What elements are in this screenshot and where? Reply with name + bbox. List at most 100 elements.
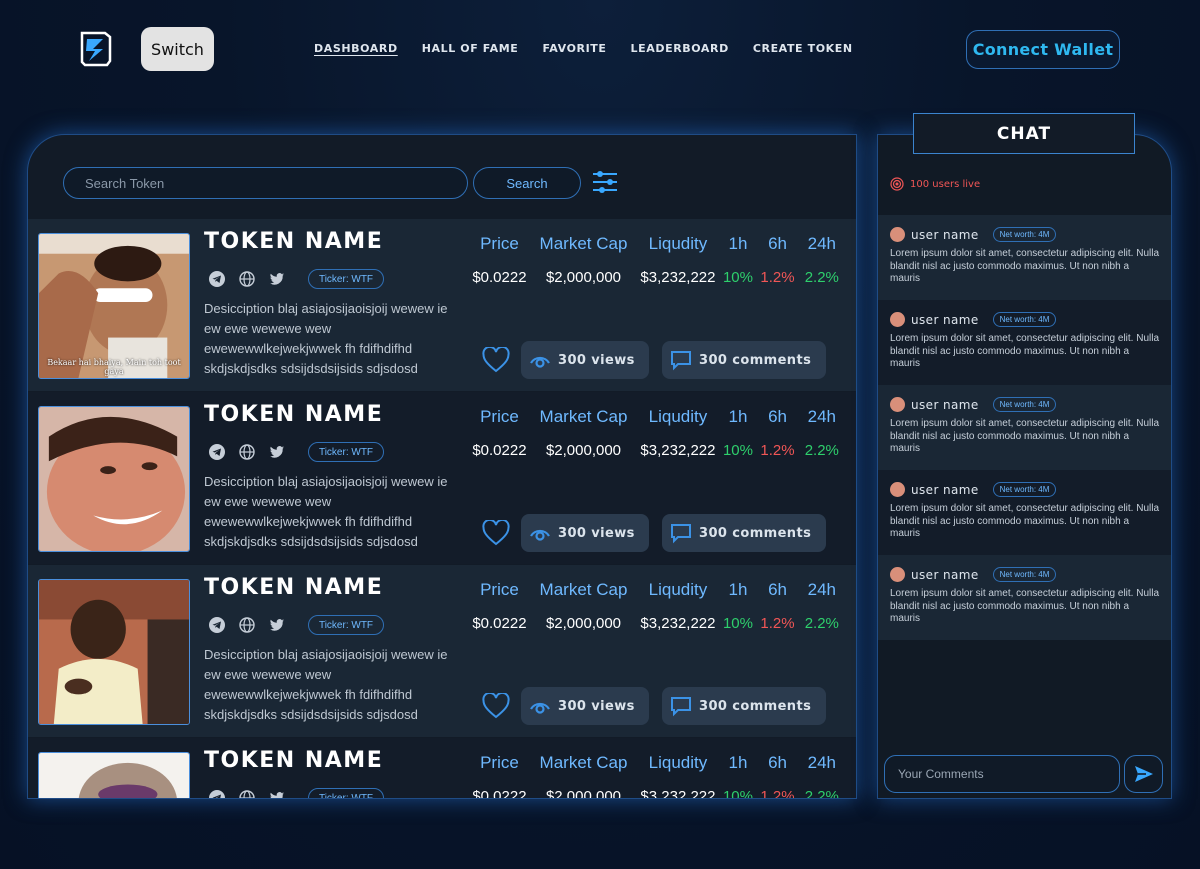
send-button[interactable] [1124, 755, 1163, 793]
stat-header-market-cap: Market Cap [539, 753, 628, 772]
twitter-icon[interactable] [269, 790, 285, 799]
chat-message-text: Lorem ipsum dolor sit amet, consectetur … [890, 248, 1160, 284]
chat-panel: 100 users live user name Net worth: 4M Lo… [877, 134, 1172, 799]
chat-username[interactable]: user name [911, 228, 979, 242]
chat-username[interactable]: user name [911, 398, 979, 412]
search-input[interactable]: Search Token [63, 167, 468, 199]
stat-header-6h: 6h [768, 753, 787, 772]
comment-icon [671, 351, 691, 371]
token-market-cap: $2,000,000 [545, 269, 622, 286]
twitter-icon[interactable] [269, 617, 285, 633]
token-row[interactable]: TOKEN NAME Ticker: WTF Desicciption blaj… [28, 392, 856, 564]
token-image: Bekaar hai bhaiya, Main toh toot gaya [38, 233, 190, 379]
token-change-24h: 2.2% [804, 615, 839, 632]
chat-username[interactable]: user name [911, 483, 979, 497]
token-change-24h: 2.2% [804, 788, 839, 799]
comments-button[interactable]: 300 comments [662, 687, 826, 725]
token-price: $0.0222 [472, 269, 527, 286]
avatar[interactable] [890, 397, 905, 412]
token-liquidity: $3,232,222 [640, 442, 716, 459]
token-image [38, 406, 190, 552]
globe-icon[interactable] [239, 444, 255, 460]
nav-hall-of-fame[interactable]: HALL OF FAME [422, 42, 519, 55]
ticker-badge: Ticker: WTF [308, 615, 384, 635]
live-users-indicator: 100 users live [890, 177, 980, 191]
main-nav: DASHBOARD HALL OF FAME FAVORITE LEADERBO… [314, 42, 853, 55]
comments-count: 300 comments [699, 352, 812, 368]
chat-message-text: Lorem ipsum dolor sit amet, consectetur … [890, 418, 1160, 454]
globe-icon[interactable] [239, 617, 255, 633]
token-market-cap: $2,000,000 [545, 442, 622, 459]
comments-button[interactable]: 300 comments [662, 341, 826, 379]
net-worth-badge: Net worth: 4M [992, 567, 1057, 582]
token-market-cap: $2,000,000 [545, 788, 622, 799]
heart-icon[interactable] [482, 520, 510, 546]
search-button[interactable]: Search [473, 167, 581, 199]
stat-header-1h: 1h [728, 580, 748, 599]
social-links [209, 271, 285, 287]
eye-icon [530, 356, 550, 368]
nav-favorite[interactable]: FAVORITE [542, 42, 606, 55]
avatar[interactable] [890, 312, 905, 327]
chat-message-text: Lorem ipsum dolor sit amet, consectetur … [890, 588, 1160, 624]
nav-create-token[interactable]: CREATE TOKEN [753, 42, 853, 55]
token-change-24h: 2.2% [804, 442, 839, 459]
nav-dashboard[interactable]: DASHBOARD [314, 42, 398, 55]
views-count: 300 views [558, 525, 635, 541]
heart-icon[interactable] [482, 693, 510, 719]
comment-input[interactable]: Your Comments [884, 755, 1120, 793]
stat-header-1h: 1h [728, 234, 748, 253]
globe-icon[interactable] [239, 271, 255, 287]
stat-header-24h: 24h [807, 753, 836, 772]
globe-icon[interactable] [239, 790, 255, 799]
telegram-icon[interactable] [209, 444, 225, 460]
views-button[interactable]: 300 views [521, 687, 649, 725]
token-change-6h: 1.2% [760, 615, 795, 632]
heart-icon[interactable] [482, 347, 510, 373]
twitter-icon[interactable] [269, 444, 285, 460]
stat-header-price: Price [480, 234, 519, 253]
connect-wallet-button[interactable]: Connect Wallet [966, 30, 1120, 69]
views-button[interactable]: 300 views [521, 514, 649, 552]
comments-count: 300 comments [699, 698, 812, 714]
stat-header-price: Price [480, 580, 519, 599]
stat-header-price: Price [480, 407, 519, 426]
token-market-cap: $2,000,000 [545, 615, 622, 632]
net-worth-badge: Net worth: 4M [992, 482, 1057, 497]
stat-header-6h: 6h [768, 234, 787, 253]
nav-leaderboard[interactable]: LEADERBOARD [631, 42, 729, 55]
twitter-icon[interactable] [269, 271, 285, 287]
telegram-icon[interactable] [209, 271, 225, 287]
views-count: 300 views [558, 698, 635, 714]
stat-header-24h: 24h [807, 407, 836, 426]
avatar[interactable] [890, 227, 905, 242]
send-icon [1134, 766, 1153, 782]
token-row[interactable]: Bekaar hai bhaiya, Main toh toot gaya TO… [28, 219, 856, 391]
chat-username[interactable]: user name [911, 313, 979, 327]
stat-header-24h: 24h [807, 234, 836, 253]
avatar[interactable] [890, 567, 905, 582]
stat-header-price: Price [480, 753, 519, 772]
views-button[interactable]: 300 views [521, 341, 649, 379]
chat-username[interactable]: user name [911, 568, 979, 582]
stat-header-6h: 6h [768, 580, 787, 599]
net-worth-badge: Net worth: 4M [992, 397, 1057, 412]
avatar[interactable] [890, 482, 905, 497]
token-list-panel: Search Token Search Bekaar hai bhaiya, M… [27, 134, 857, 799]
token-price: $0.0222 [472, 442, 527, 459]
stat-header-liquidity: Liqudity [648, 580, 708, 599]
token-row[interactable]: TOKEN NAME Ticker: WTF Desicciption blaj… [28, 565, 856, 737]
switch-button[interactable]: Switch [141, 27, 214, 71]
logo-icon[interactable] [79, 31, 113, 67]
comments-button[interactable]: 300 comments [662, 514, 826, 552]
token-liquidity: $3,232,222 [640, 788, 716, 799]
token-liquidity: $3,232,222 [640, 269, 716, 286]
filter-icon[interactable] [591, 168, 619, 196]
token-row[interactable]: TOKEN NAME Ticker: WTF Price Market Cap … [28, 738, 856, 799]
telegram-icon[interactable] [209, 617, 225, 633]
token-liquidity: $3,232,222 [640, 615, 716, 632]
chat-message: user name Net worth: 4M Lorem ipsum dolor… [878, 555, 1171, 640]
telegram-icon[interactable] [209, 790, 225, 799]
stat-header-market-cap: Market Cap [539, 234, 628, 253]
token-image [38, 752, 190, 798]
